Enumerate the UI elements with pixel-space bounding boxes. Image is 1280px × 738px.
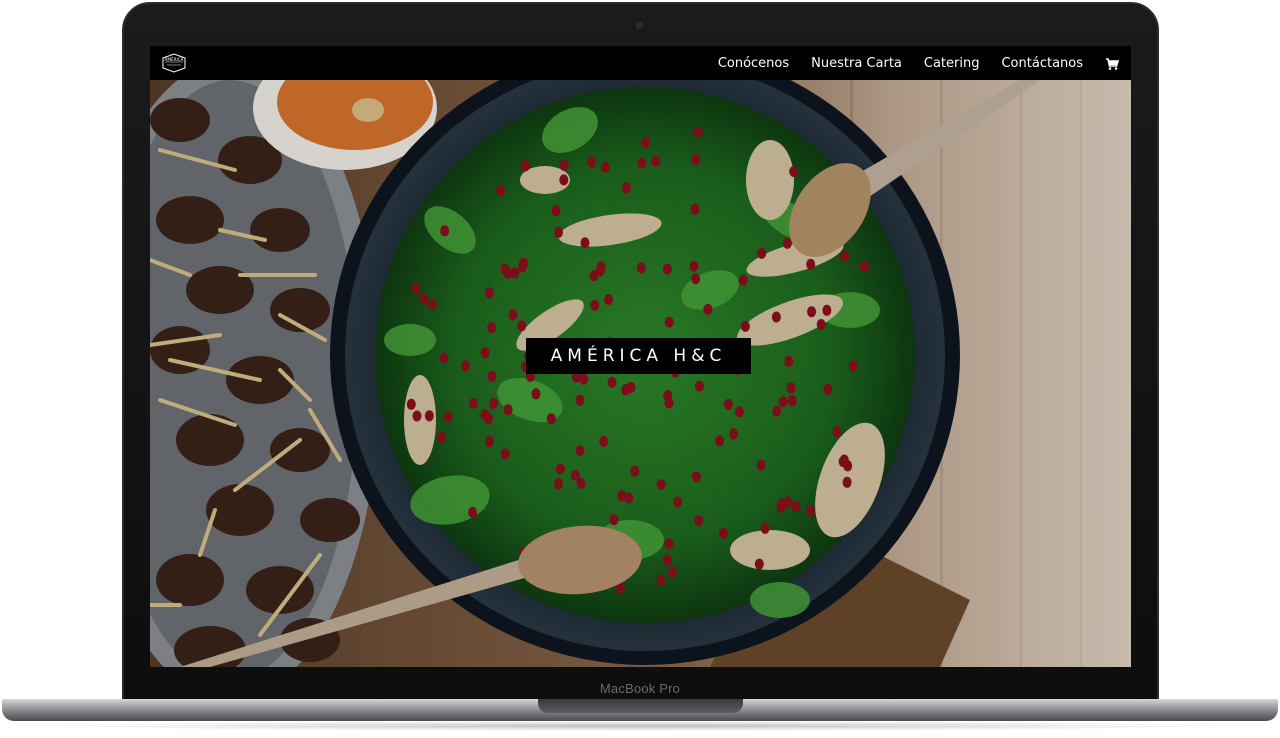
camera-icon [636,22,643,29]
device-label: MacBook Pro [599,681,681,696]
nav-item-contactanos[interactable]: Contáctanos [1001,56,1083,71]
site-header: AMÉRICA Conócenos Nuestra Carta Catering… [150,46,1131,80]
laptop-screen: AMÉRICA Conócenos Nuestra Carta Catering… [150,46,1131,667]
laptop-shadow [40,721,1240,731]
site-logo[interactable]: AMÉRICA [160,52,188,74]
laptop-notch [538,699,743,713]
shopping-cart-icon[interactable] [1105,56,1120,70]
hero-banner: AMÉRICA H&C [150,80,1131,667]
nav-item-nuestra-carta[interactable]: Nuestra Carta [811,56,902,71]
nav-item-catering[interactable]: Catering [924,56,980,71]
hero-title: AMÉRICA H&C [526,338,751,374]
nav-item-conocenos[interactable]: Conócenos [718,56,789,71]
main-menu: Conócenos Nuestra Carta Catering Contáct… [718,46,1120,80]
logo-text: AMÉRICA [164,57,183,62]
